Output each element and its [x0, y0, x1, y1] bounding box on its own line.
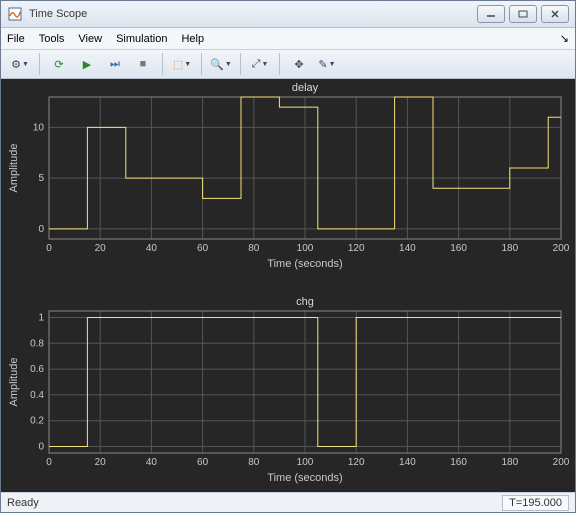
cursor-button[interactable]: ✥ [286, 51, 312, 77]
svg-text:0.6: 0.6 [30, 364, 44, 375]
svg-text:80: 80 [248, 457, 260, 468]
svg-text:Amplitude: Amplitude [8, 144, 20, 193]
svg-text:0.8: 0.8 [30, 338, 44, 349]
svg-text:180: 180 [501, 243, 518, 254]
menu-file[interactable]: File [7, 33, 25, 45]
svg-text:Time (seconds): Time (seconds) [267, 258, 342, 270]
toolbar-separator [240, 53, 241, 75]
cursor-icon: ✥ [294, 58, 303, 71]
toolbar: ⚙▼ ⟳ ▶ ⏭ ■ ⬚▼ 🔍▼ ⤢▼ ✥ ✎▼ [1, 50, 575, 79]
measure-button[interactable]: ✎▼ [314, 51, 340, 77]
svg-text:160: 160 [450, 457, 467, 468]
svg-text:delay: delay [292, 82, 319, 94]
svg-text:0.4: 0.4 [30, 390, 44, 401]
svg-text:60: 60 [197, 243, 209, 254]
menu-simulation[interactable]: Simulation [116, 33, 167, 45]
stop-icon: ■ [140, 58, 147, 70]
stop-button[interactable]: ■ [130, 51, 156, 77]
svg-text:chg: chg [296, 296, 314, 308]
autoscale-button[interactable]: ⤢▼ [247, 51, 273, 77]
svg-text:200: 200 [553, 243, 570, 254]
svg-text:180: 180 [501, 457, 518, 468]
svg-text:60: 60 [197, 457, 209, 468]
svg-text:100: 100 [297, 457, 314, 468]
run-button[interactable]: ▶ [74, 51, 100, 77]
restart-icon: ⟳ [54, 58, 63, 71]
menu-dock-icon[interactable]: ↘ [560, 32, 569, 45]
svg-text:200: 200 [553, 457, 570, 468]
svg-text:120: 120 [348, 243, 365, 254]
svg-text:20: 20 [95, 457, 107, 468]
svg-text:0: 0 [46, 243, 52, 254]
gear-icon: ⚙ [11, 58, 21, 71]
svg-text:40: 40 [146, 457, 158, 468]
window-title: Time Scope [29, 8, 473, 20]
svg-text:0: 0 [38, 224, 44, 235]
plot-area[interactable]: delay0204060801001201401601802000510Time… [1, 79, 575, 492]
status-time: T=195.000 [502, 495, 569, 511]
zoom-button[interactable]: 🔍▼ [208, 51, 234, 77]
app-icon [7, 6, 23, 22]
title-bar[interactable]: Time Scope [1, 1, 575, 28]
toolbar-separator [279, 53, 280, 75]
zoom-icon: 🔍 [210, 58, 224, 71]
svg-text:Time (seconds): Time (seconds) [267, 472, 342, 484]
toolbar-separator [162, 53, 163, 75]
restart-button[interactable]: ⟳ [46, 51, 72, 77]
svg-text:0: 0 [38, 442, 44, 453]
svg-text:120: 120 [348, 457, 365, 468]
svg-text:1: 1 [38, 313, 44, 324]
svg-text:20: 20 [95, 243, 107, 254]
toolbar-separator [39, 53, 40, 75]
ruler-icon: ✎ [318, 58, 327, 71]
step-icon: ⏭ [110, 58, 120, 71]
menu-bar: File Tools View Simulation Help ↘ [1, 28, 575, 50]
settings-button[interactable]: ⚙▼ [7, 51, 33, 77]
svg-text:5: 5 [38, 173, 44, 184]
svg-text:140: 140 [399, 457, 416, 468]
svg-text:0: 0 [46, 457, 52, 468]
play-icon: ▶ [83, 58, 91, 71]
minimize-button[interactable] [477, 5, 505, 23]
svg-text:40: 40 [146, 243, 158, 254]
status-text: Ready [7, 497, 39, 509]
menu-view[interactable]: View [78, 33, 102, 45]
svg-text:10: 10 [33, 123, 45, 134]
app-window: Time Scope File Tools View Simulation He… [0, 0, 576, 513]
highlight-button[interactable]: ⬚▼ [169, 51, 195, 77]
status-bar: Ready T=195.000 [1, 492, 575, 512]
menu-tools[interactable]: Tools [39, 33, 65, 45]
close-button[interactable] [541, 5, 569, 23]
svg-text:Amplitude: Amplitude [8, 358, 20, 407]
svg-text:160: 160 [450, 243, 467, 254]
autoscale-icon: ⤢ [252, 58, 261, 71]
svg-text:80: 80 [248, 243, 260, 254]
step-forward-button[interactable]: ⏭ [102, 51, 128, 77]
svg-text:100: 100 [297, 243, 314, 254]
toolbar-separator [201, 53, 202, 75]
svg-text:140: 140 [399, 243, 416, 254]
maximize-button[interactable] [509, 5, 537, 23]
highlight-icon: ⬚ [173, 58, 183, 71]
svg-text:0.2: 0.2 [30, 416, 44, 427]
menu-help[interactable]: Help [181, 33, 204, 45]
